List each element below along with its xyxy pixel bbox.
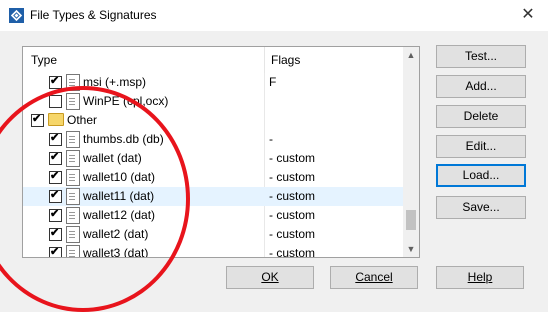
scroll-up-icon[interactable]: ▲	[403, 47, 419, 63]
close-icon[interactable]: ✕	[508, 0, 548, 31]
row-flags: - custom	[269, 189, 316, 203]
checkmark-icon: ✔	[32, 113, 42, 125]
checkmark-icon: ✔	[50, 170, 60, 182]
checkmark-icon: ✔	[50, 151, 60, 163]
test-button[interactable]: Test...	[436, 45, 526, 68]
load-button[interactable]: Load...	[436, 164, 526, 187]
column-header-flags[interactable]: Flags	[271, 53, 300, 67]
row-label: wallet12 (dat)	[83, 208, 156, 222]
help-button-label: Help	[467, 270, 493, 284]
scroll-down-icon[interactable]: ▼	[403, 241, 419, 257]
row-label: thumbs.db (db)	[83, 132, 164, 146]
checkmark-icon: ✔	[50, 132, 60, 144]
scroll-thumb[interactable]	[406, 210, 416, 230]
row-label: wallet11 (dat)	[83, 189, 155, 203]
list-row[interactable]: WinPE (cpl,ocx)	[23, 92, 403, 111]
list-row[interactable]: ✔ msi (+.msp) F	[23, 73, 403, 92]
row-checkbox[interactable]: ✔	[49, 75, 62, 89]
edit-button[interactable]: Edit...	[436, 135, 526, 158]
row-flags: - custom	[269, 170, 316, 184]
cancel-button[interactable]: Cancel	[330, 266, 418, 289]
checkmark-icon: ✔	[50, 227, 60, 239]
ok-button[interactable]: OK	[226, 266, 314, 289]
list-row[interactable]: ✔ thumbs.db (db) -	[23, 130, 403, 149]
row-label: wallet10 (dat)	[83, 170, 156, 184]
file-icon	[66, 131, 80, 148]
row-flags: - custom	[269, 227, 316, 241]
row-flags: - custom	[269, 208, 316, 222]
file-icon	[66, 207, 80, 224]
file-types-list[interactable]: Type Flags ✔ msi (+.msp) F WinPE (cpl,ocx) ✔…	[22, 46, 420, 258]
list-header: Type Flags	[23, 47, 403, 73]
folder-icon	[48, 113, 64, 126]
window-title: File Types & Signatures	[30, 8, 157, 22]
row-checkbox[interactable]	[49, 95, 62, 108]
row-label: wallet2 (dat)	[83, 227, 149, 241]
row-checkbox[interactable]: ✔	[49, 208, 62, 222]
file-icon	[66, 188, 80, 205]
checkmark-icon: ✔	[50, 246, 60, 258]
row-checkbox[interactable]: ✔	[49, 189, 62, 203]
row-checkbox[interactable]: ✔	[31, 113, 44, 127]
row-checkbox[interactable]: ✔	[49, 170, 62, 184]
file-icon	[66, 74, 80, 91]
help-button[interactable]: Help	[436, 266, 524, 289]
checkmark-icon: ✔	[50, 75, 60, 87]
list-row[interactable]: ✔ wallet3 (dat) - custom	[23, 244, 403, 258]
vertical-scrollbar[interactable]: ▲ ▼	[403, 47, 419, 257]
file-icon	[66, 226, 80, 243]
save-button[interactable]: Save...	[436, 196, 526, 219]
checkmark-icon: ✔	[50, 189, 60, 201]
column-divider[interactable]	[264, 47, 265, 73]
list-row[interactable]: ✔ wallet12 (dat) - custom	[23, 206, 403, 225]
row-label: wallet3 (dat)	[83, 246, 149, 258]
file-icon	[66, 245, 80, 257]
row-checkbox[interactable]: ✔	[49, 227, 62, 241]
row-checkbox[interactable]: ✔	[49, 151, 62, 165]
ok-button-label: OK	[261, 270, 279, 284]
list-row[interactable]: ✔ Other	[23, 111, 403, 130]
row-flags: - custom	[269, 246, 316, 258]
delete-button[interactable]: Delete	[436, 105, 526, 128]
app-icon	[9, 8, 24, 23]
list-row[interactable]: ✔ wallet2 (dat) - custom	[23, 225, 403, 244]
row-flags: F	[269, 75, 277, 89]
title-bar: File Types & Signatures ✕	[0, 0, 548, 31]
file-icon	[66, 93, 80, 110]
checkmark-icon: ✔	[50, 208, 60, 220]
file-icon	[66, 169, 80, 186]
row-label: WinPE (cpl,ocx)	[83, 94, 169, 108]
file-icon	[66, 150, 80, 167]
list-row[interactable]: ✔ wallet (dat) - custom	[23, 149, 403, 168]
row-label: Other	[67, 113, 98, 127]
cancel-button-label: Cancel	[355, 270, 393, 284]
row-label: wallet (dat)	[83, 151, 142, 165]
row-label: msi (+.msp)	[83, 75, 146, 89]
row-flags: -	[269, 132, 273, 146]
column-header-type[interactable]: Type	[31, 53, 57, 67]
list-row[interactable]: ✔ wallet10 (dat) - custom	[23, 168, 403, 187]
row-flags: - custom	[269, 151, 316, 165]
row-checkbox[interactable]: ✔	[49, 132, 62, 146]
add-button[interactable]: Add...	[436, 75, 526, 98]
row-checkbox[interactable]: ✔	[49, 246, 62, 258]
list-row[interactable]: ✔ wallet11 (dat) - custom	[23, 187, 403, 206]
